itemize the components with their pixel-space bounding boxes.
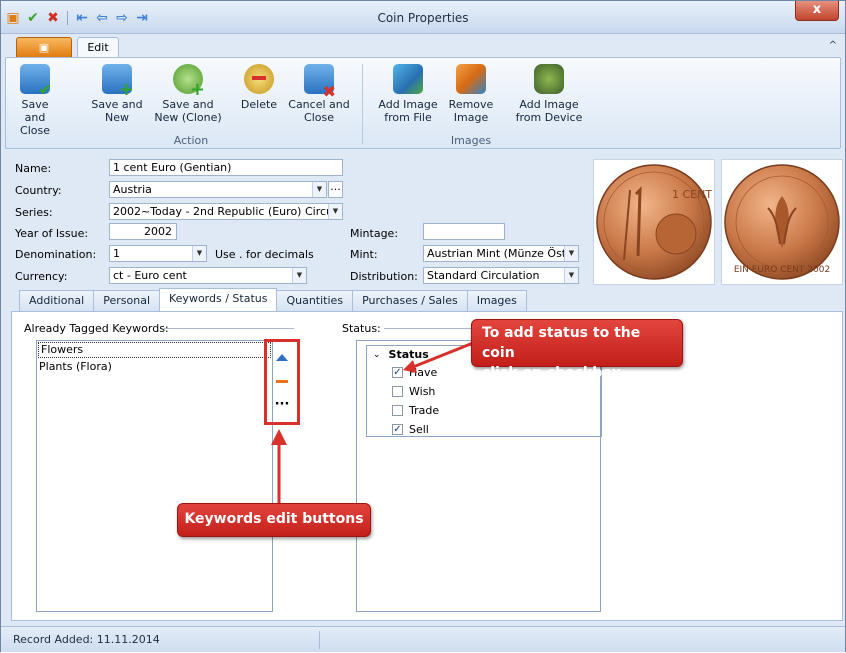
record-added-text: Record Added: 11.11.2014 [13,633,160,646]
keywords-callout: Keywords edit buttons [177,503,371,537]
status-callout-line1: To add status to the coin [482,325,641,361]
status-bar: Record Added: 11.11.2014 [1,626,845,652]
annotation-arrows [271,341,474,506]
tab-keywords-status[interactable]: Keywords / Status [159,288,278,311]
statusbar-separator [319,631,320,649]
status-callout: To add status to the coin click on check… [471,319,683,381]
coin-properties-window: ▣ ✔ ✖ ⇤ ⇦ ⇨ ⇥ Coin Properties x ▣ Edit ^… [0,0,846,652]
status-callout-line2: click on checkbox [482,365,621,381]
